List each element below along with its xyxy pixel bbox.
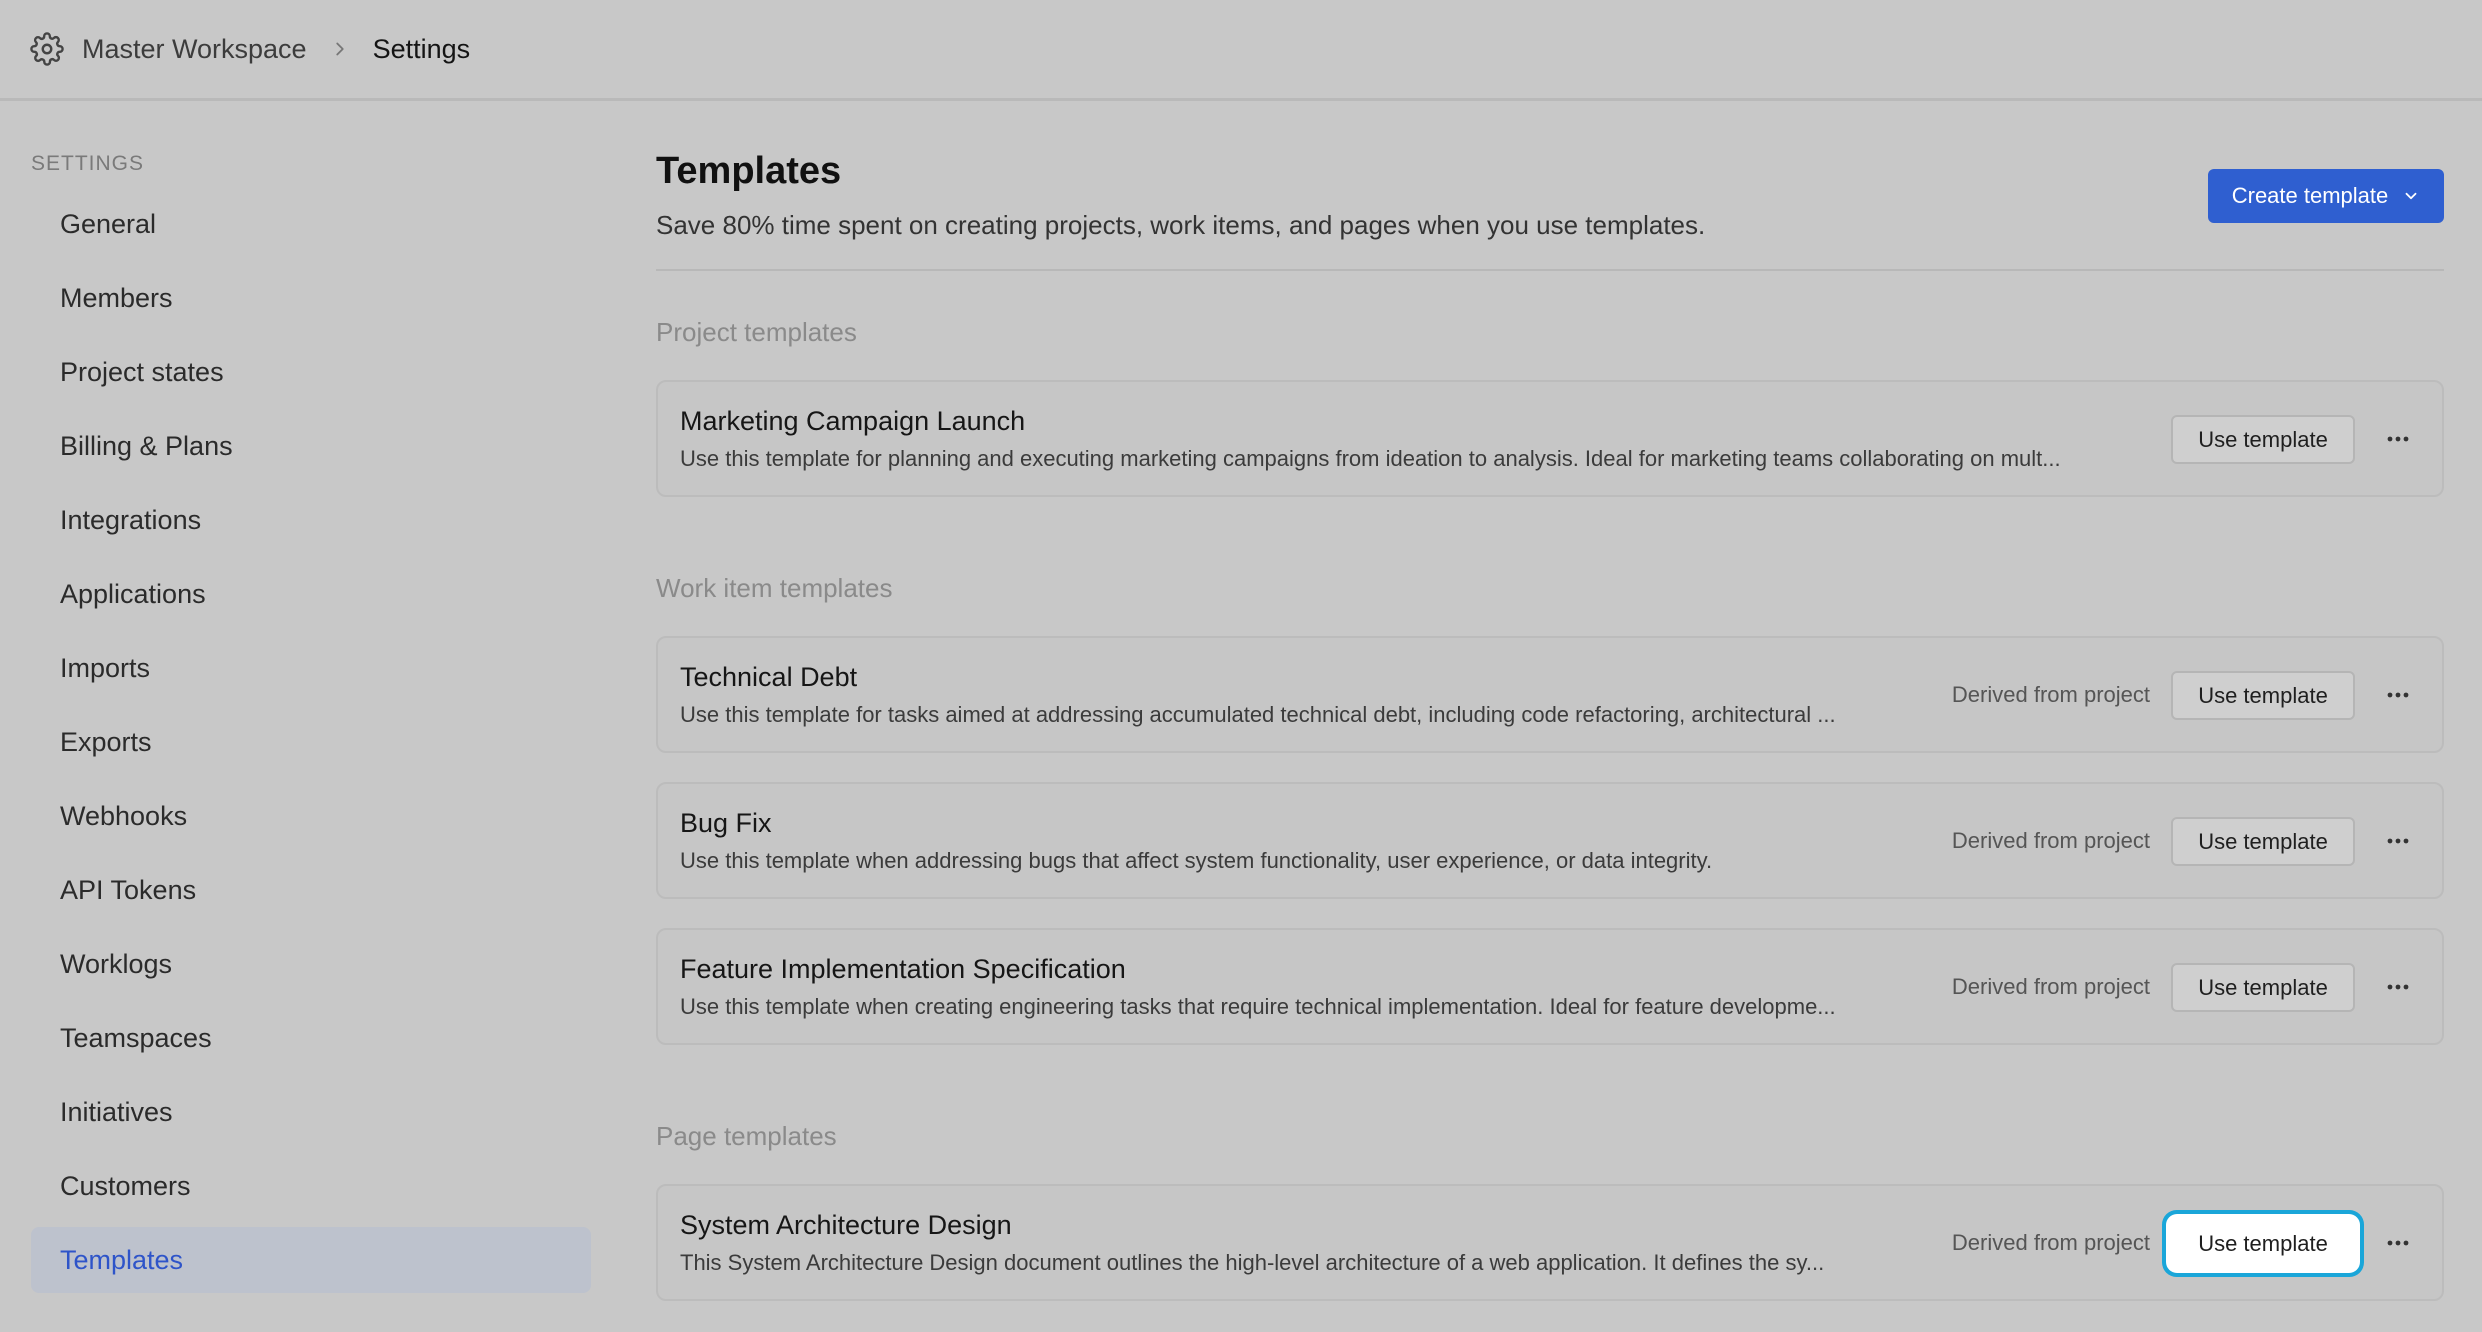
header-divider bbox=[656, 269, 2444, 271]
template-name: Bug Fix bbox=[680, 808, 772, 838]
sidebar-section-label: SETTINGS bbox=[31, 152, 145, 175]
more-horizontal-icon[interactable] bbox=[2386, 685, 2410, 705]
template-card-technical-debt[interactable]: Technical Debt Use this template for tas… bbox=[656, 636, 2444, 753]
use-template-button[interactable]: Use template bbox=[2171, 415, 2355, 464]
template-name: Technical Debt bbox=[680, 662, 858, 692]
project-templates-heading: Project templates bbox=[656, 317, 857, 347]
sidebar-item-project-states[interactable]: Project states bbox=[31, 339, 591, 405]
derived-from-project-label: Derived from project bbox=[1951, 1230, 2150, 1255]
sidebar-item-worklogs[interactable]: Worklogs bbox=[31, 931, 591, 997]
derived-from-project-label: Derived from project bbox=[1951, 974, 2150, 999]
sidebar-item-members[interactable]: Members bbox=[31, 265, 591, 331]
template-card-feature-implementation[interactable]: Feature Implementation Specification Use… bbox=[656, 928, 2444, 1045]
template-description: Use this template for planning and execu… bbox=[680, 446, 2061, 471]
create-template-label: Create template bbox=[2231, 183, 2389, 208]
breadcrumb-workspace[interactable]: Master Workspace bbox=[82, 34, 307, 65]
template-description: This System Architecture Design document… bbox=[680, 1250, 1825, 1275]
sidebar-item-templates[interactable]: Templates bbox=[31, 1227, 591, 1293]
work-item-templates-heading: Work item templates bbox=[656, 573, 893, 603]
gear-icon[interactable] bbox=[30, 32, 64, 66]
template-description: Use this template when addressing bugs t… bbox=[680, 848, 1713, 873]
derived-from-project-label: Derived from project bbox=[1951, 682, 2150, 707]
sidebar-item-applications[interactable]: Applications bbox=[31, 561, 591, 627]
sidebar-item-api-tokens[interactable]: API Tokens bbox=[31, 857, 591, 923]
settings-sidebar: SETTINGS General Members Project states … bbox=[0, 104, 620, 1332]
use-template-button[interactable]: Use template bbox=[2171, 671, 2355, 720]
sidebar-item-imports[interactable]: Imports bbox=[31, 635, 591, 701]
sidebar-item-billing-plans[interactable]: Billing & Plans bbox=[31, 413, 591, 479]
sidebar-item-integrations[interactable]: Integrations bbox=[31, 487, 591, 553]
use-template-button[interactable]: Use template bbox=[2171, 817, 2355, 866]
derived-from-project-label: Derived from project bbox=[1951, 828, 2150, 853]
sidebar-item-customers[interactable]: Customers bbox=[31, 1153, 591, 1219]
template-name: Feature Implementation Specification bbox=[680, 954, 1126, 984]
chevron-down-icon bbox=[2402, 187, 2420, 205]
template-name: Marketing Campaign Launch bbox=[680, 406, 1026, 436]
page-subtitle: Save 80% time spent on creating projects… bbox=[656, 210, 1706, 240]
sidebar-item-initiatives[interactable]: Initiatives bbox=[31, 1079, 591, 1145]
sidebar-item-exports[interactable]: Exports bbox=[31, 709, 591, 775]
template-card-marketing-campaign[interactable]: Marketing Campaign Launch Use this templ… bbox=[656, 380, 2444, 497]
top-bar: Master Workspace Settings bbox=[0, 0, 2482, 101]
use-template-button-focused[interactable]: Use template bbox=[2171, 1219, 2355, 1268]
template-card-system-architecture[interactable]: System Architecture Design This System A… bbox=[656, 1184, 2444, 1301]
template-name: System Architecture Design bbox=[680, 1210, 1012, 1240]
more-horizontal-icon[interactable] bbox=[2386, 977, 2410, 997]
use-template-button[interactable]: Use template bbox=[2171, 963, 2355, 1012]
template-description: Use this template when creating engineer… bbox=[680, 994, 1836, 1019]
page-title: Templates bbox=[656, 150, 842, 192]
more-horizontal-icon[interactable] bbox=[2386, 831, 2410, 851]
template-description: Use this template for tasks aimed at add… bbox=[680, 702, 1836, 727]
sidebar-item-teamspaces[interactable]: Teamspaces bbox=[31, 1005, 591, 1071]
sidebar-item-webhooks[interactable]: Webhooks bbox=[31, 783, 591, 849]
create-template-button[interactable]: Create template bbox=[2208, 169, 2444, 223]
chevron-right-icon bbox=[329, 38, 351, 60]
more-horizontal-icon[interactable] bbox=[2386, 429, 2410, 449]
sidebar-item-general[interactable]: General bbox=[31, 191, 591, 257]
page-templates-heading: Page templates bbox=[656, 1121, 837, 1151]
template-card-bug-fix[interactable]: Bug Fix Use this template when addressin… bbox=[656, 782, 2444, 899]
sidebar-menu: General Members Project states Billing &… bbox=[31, 191, 591, 1301]
more-horizontal-icon[interactable] bbox=[2386, 1233, 2410, 1253]
breadcrumb-current: Settings bbox=[372, 33, 471, 64]
